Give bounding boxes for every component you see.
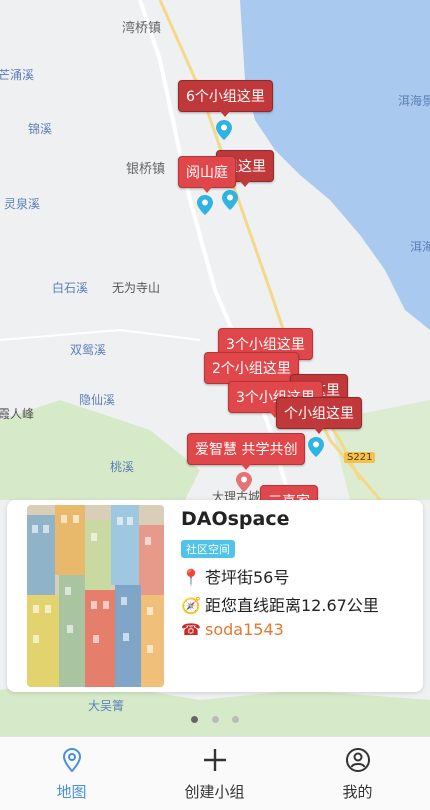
space-type-badge: 社区空间 xyxy=(181,540,235,558)
location-pin-icon[interactable] xyxy=(222,190,238,210)
tab-map[interactable]: 地图 xyxy=(0,747,143,802)
group-marker[interactable]: 爱智慧 共学共创 xyxy=(187,433,306,470)
group-marker[interactable]: 6个小组这里 xyxy=(178,80,273,117)
location-pin-icon[interactable] xyxy=(308,437,324,457)
space-title: DAOspace xyxy=(181,508,290,530)
space-thumbnail xyxy=(27,505,164,687)
place-label: 洱海 xyxy=(410,240,430,254)
contact-row[interactable]: ☎ soda1543 xyxy=(181,620,284,639)
contact-text[interactable]: soda1543 xyxy=(205,620,284,639)
tab-create-group[interactable]: 创建小组 xyxy=(143,747,286,802)
carousel-dots xyxy=(0,708,430,727)
map-pin-icon xyxy=(62,747,81,773)
location-pin-icon[interactable] xyxy=(197,195,213,215)
bottom-tab-bar: 地图 创建小组 我的 xyxy=(0,736,430,810)
carousel-dot[interactable] xyxy=(231,716,239,723)
place-label: 湾桥镇 xyxy=(122,21,162,36)
tab-label: 创建小组 xyxy=(184,783,245,801)
place-label: 灵泉溪 xyxy=(4,197,41,211)
telephone-icon: ☎ xyxy=(181,620,201,639)
place-label: 银桥镇 xyxy=(126,162,166,177)
plus-icon xyxy=(203,749,226,771)
place-label: 双鸳溪 xyxy=(70,343,107,357)
space-info-card[interactable]: DAOspace 社区空间 📍 苍坪街56号 🧭 距您直线距离12.67公里 ☎ so… xyxy=(7,500,423,692)
location-pin-icon[interactable] xyxy=(216,120,232,140)
road-label: S221 xyxy=(344,452,376,463)
place-label: 隐仙溪 xyxy=(79,393,116,407)
place-label: 芒涌溪 xyxy=(0,68,35,82)
place-label: 锦溪 xyxy=(28,122,53,136)
place-label: 白石溪 xyxy=(52,281,89,295)
distance-row: 🧭 距您直线距离12.67公里 xyxy=(181,592,379,616)
group-marker[interactable]: 个小组这里 xyxy=(276,397,362,434)
place-label: 无为寺山 xyxy=(112,281,161,295)
address-row: 📍 苍坪街56号 xyxy=(181,564,289,588)
place-label: 洱海景 xyxy=(398,94,430,108)
pin-icon: 📍 xyxy=(181,568,201,587)
tab-label: 地图 xyxy=(56,783,87,801)
location-pin-icon[interactable] xyxy=(236,472,252,492)
user-icon xyxy=(345,748,370,772)
tab-label: 我的 xyxy=(342,783,373,801)
group-marker[interactable]: 2个小组这里 xyxy=(204,352,299,389)
compass-icon: 🧭 xyxy=(181,596,201,615)
carousel-dot[interactable] xyxy=(191,716,199,723)
group-marker[interactable]: 阅山庭 xyxy=(178,156,236,193)
distance-text: 距您直线距离12.67公里 xyxy=(205,596,379,615)
place-label: 桃溪 xyxy=(110,460,135,474)
place-label: 霞人峰 xyxy=(0,407,35,421)
address-text: 苍坪街56号 xyxy=(205,568,290,587)
tab-me[interactable]: 我的 xyxy=(286,747,429,802)
carousel-dot[interactable] xyxy=(211,716,219,723)
